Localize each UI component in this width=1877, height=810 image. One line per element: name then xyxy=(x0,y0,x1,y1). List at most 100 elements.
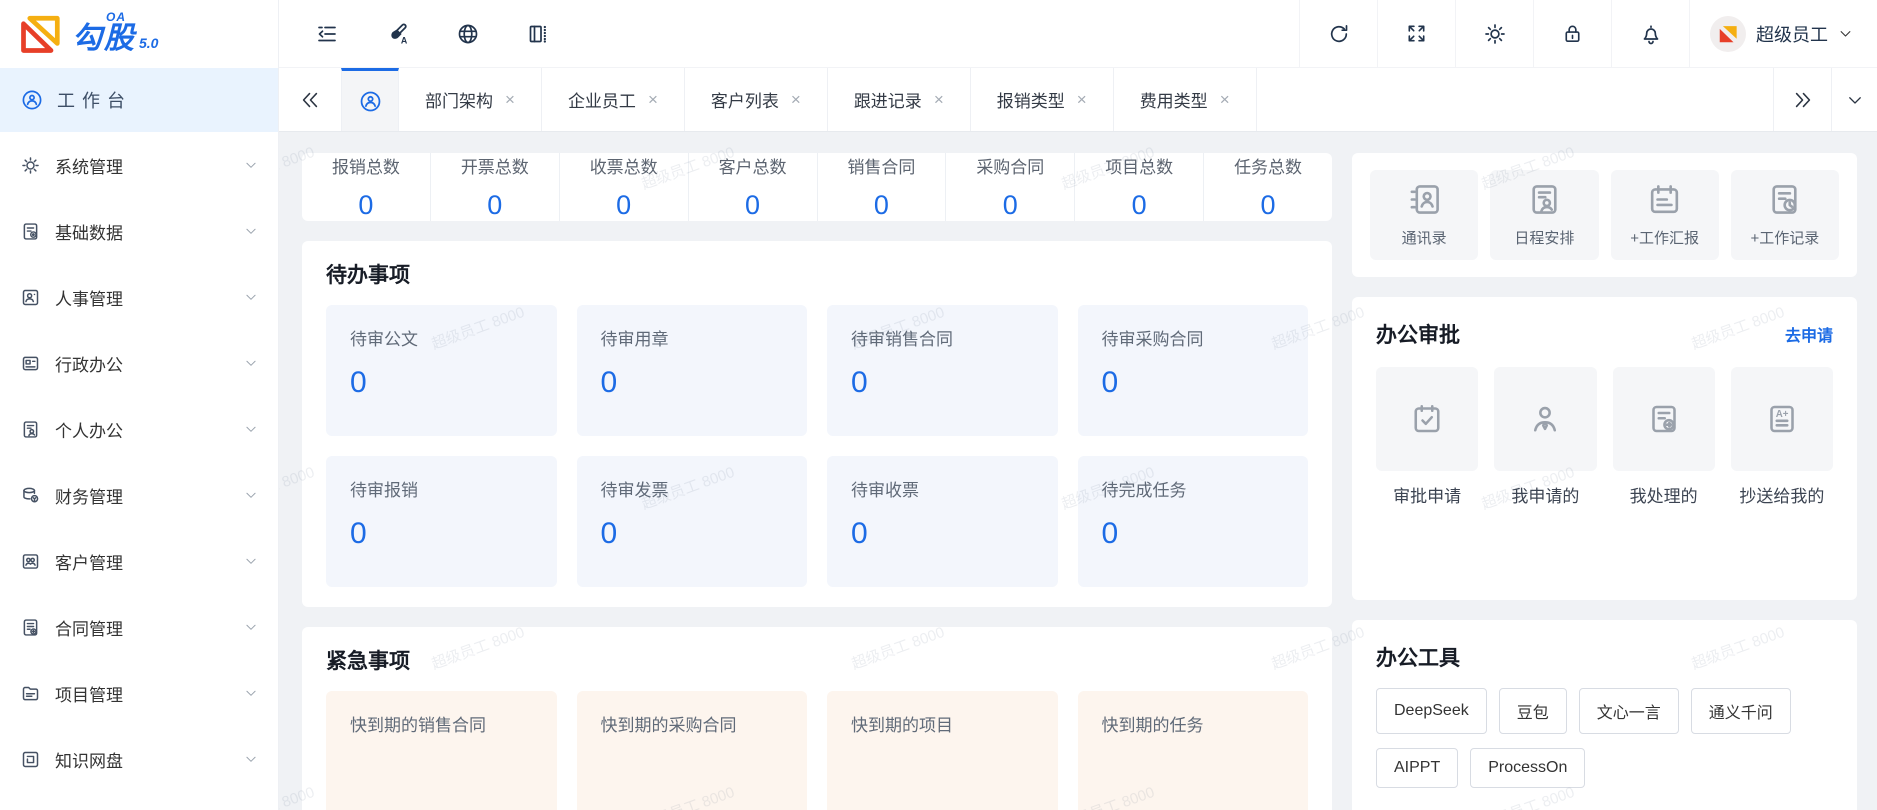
tool-button-aippt[interactable]: AIPPT xyxy=(1376,748,1458,788)
close-icon[interactable]: × xyxy=(1077,91,1087,108)
todo-card[interactable]: 待完成任务0 xyxy=(1078,456,1309,587)
layout-panel-icon[interactable] xyxy=(526,22,550,46)
stat-reimburse-total[interactable]: 报销总数0 xyxy=(302,153,431,221)
tool-button-wenxin[interactable]: 文心一言 xyxy=(1579,688,1679,734)
sidebar-item-finance[interactable]: 财务管理 xyxy=(0,462,278,528)
tab-reimburse-type[interactable]: 报销类型× xyxy=(971,68,1114,131)
quick-action-work-report[interactable]: +工作汇报 xyxy=(1611,170,1719,260)
approval-item-label: 我处理的 xyxy=(1630,484,1698,536)
stat-invoice-out-total[interactable]: 开票总数0 xyxy=(431,153,560,221)
quick-action-contacts[interactable]: 通讯录 xyxy=(1370,170,1478,260)
quick-action-schedule[interactable]: 日程安排 xyxy=(1490,170,1598,260)
workbench-icon xyxy=(20,88,44,112)
close-icon[interactable]: × xyxy=(648,91,658,108)
tab-workbench-home[interactable] xyxy=(341,68,399,131)
quick-action-work-record[interactable]: +工作记录 xyxy=(1731,170,1839,260)
card-value: 0 xyxy=(601,366,784,400)
user-menu[interactable]: 超级员工 xyxy=(1689,0,1877,67)
tab-department-structure[interactable]: 部门架构× xyxy=(399,68,542,131)
stat-customer-total[interactable]: 客户总数0 xyxy=(689,153,818,221)
card-value: 0 xyxy=(350,366,533,400)
todo-card[interactable]: 待审收票0 xyxy=(827,456,1058,587)
go-apply-link[interactable]: 去申请 xyxy=(1785,322,1833,346)
logo-text: OA勾股5.0 xyxy=(72,14,158,54)
sidebar-item-workbench[interactable]: 工作台 xyxy=(0,68,278,132)
fullscreen-icon[interactable] xyxy=(1377,0,1455,67)
card-label: 快到期的项目 xyxy=(851,711,1034,736)
tab-follow-records[interactable]: 跟进记录× xyxy=(828,68,971,131)
approval-grid: 审批申请 我申请的 我处理的 A+ 抄送给我的 xyxy=(1376,367,1833,536)
theme-brush-icon[interactable]: A xyxy=(385,21,410,46)
urgent-card[interactable]: 快到期的采购合同 xyxy=(577,691,808,810)
lock-screen-icon[interactable] xyxy=(1533,0,1611,67)
urgent-card[interactable]: 快到期的销售合同 xyxy=(326,691,557,810)
main-area: A 超级员工 xyxy=(279,0,1877,810)
tab-label: 客户列表 xyxy=(711,87,779,112)
todo-card[interactable]: 待审公文0 xyxy=(326,305,557,436)
close-icon[interactable]: × xyxy=(505,91,515,108)
close-icon[interactable]: × xyxy=(791,91,801,108)
tab-expense-type[interactable]: 费用类型× xyxy=(1114,68,1257,131)
stat-label: 任务总数 xyxy=(1234,153,1302,178)
quick-action-label: 日程安排 xyxy=(1514,227,1574,248)
close-icon[interactable]: × xyxy=(934,91,944,108)
language-globe-icon[interactable] xyxy=(456,22,480,46)
todo-card[interactable]: 待审发票 0 xyxy=(577,456,808,587)
todo-card[interactable]: 待审报销0 xyxy=(326,456,557,587)
refresh-icon[interactable] xyxy=(1299,0,1377,67)
sidebar-item-label: 财务管理 xyxy=(55,483,230,508)
todo-card[interactable]: 待审用章0 xyxy=(577,305,808,436)
sidebar-item-personal-office[interactable]: 个人办公 xyxy=(0,396,278,462)
collapse-sidebar-icon[interactable] xyxy=(315,22,339,46)
stat-invoice-in-total[interactable]: 收票总数0 xyxy=(560,153,689,221)
work-report-icon xyxy=(1646,181,1683,218)
tabs-dropdown-icon[interactable] xyxy=(1831,68,1877,131)
approval-item-my-applications[interactable]: 我申请的 xyxy=(1494,367,1596,536)
sidebar-item-admin[interactable]: 行政办公 xyxy=(0,330,278,396)
stat-project-total[interactable]: 项目总数0 xyxy=(1075,153,1204,221)
sidebar-item-system[interactable]: 系统管理 xyxy=(0,132,278,198)
tool-button-deepseek[interactable]: DeepSeek xyxy=(1376,688,1487,734)
stat-purchase-contract[interactable]: 采购合同0 xyxy=(946,153,1075,221)
tabs-scroll-left-icon[interactable] xyxy=(279,68,341,131)
urgent-card[interactable]: 快到期的任务 xyxy=(1078,691,1309,810)
todo-card[interactable]: 待审销售合同0 xyxy=(827,305,1058,436)
tool-button-processon[interactable]: ProcessOn xyxy=(1470,748,1585,788)
tabs-scroll-right-icon[interactable] xyxy=(1773,68,1831,131)
sidebar-item-contract[interactable]: 合同管理 xyxy=(0,594,278,660)
office-tools-panel: 办公工具 DeepSeek 豆包 文心一言 通义千问 AIPPT Process… xyxy=(1352,620,1857,810)
stat-value: 0 xyxy=(358,190,373,221)
sidebar-item-customer[interactable]: 客户管理 xyxy=(0,528,278,594)
card-value: 0 xyxy=(601,517,784,551)
approval-item-apply[interactable]: 审批申请 xyxy=(1376,367,1478,536)
sidebar-item-knowledge[interactable]: 知识网盘 xyxy=(0,726,278,792)
stat-task-total[interactable]: 任务总数0 xyxy=(1204,153,1332,221)
stat-sales-contract[interactable]: 销售合同0 xyxy=(818,153,947,221)
tab-customer-list[interactable]: 客户列表 × xyxy=(685,68,828,131)
card-label: 待审发票 xyxy=(601,476,784,501)
close-icon[interactable]: × xyxy=(1220,91,1230,108)
tab-spacer xyxy=(1257,68,1773,131)
logo-version: 5.0 xyxy=(139,35,158,51)
chevron-down-icon xyxy=(244,290,258,304)
todo-card[interactable]: 待审采购合同0 xyxy=(1078,305,1309,436)
approval-item-handled-by-me[interactable]: 我处理的 xyxy=(1613,367,1715,536)
tool-button-doubao[interactable]: 豆包 xyxy=(1499,688,1567,734)
approval-item-cc-to-me[interactable]: A+ 抄送给我的 xyxy=(1731,367,1833,536)
doc-arrow-icon xyxy=(1613,367,1715,471)
urgent-card[interactable]: 快到期的项目 xyxy=(827,691,1058,810)
urgent-panel: 紧急事项 快到期的销售合同 快到期的采购合同 快到期的项目 快到期的任务 xyxy=(302,627,1332,810)
sidebar-item-hr[interactable]: 人事管理 xyxy=(0,264,278,330)
card-label: 待审销售合同 xyxy=(851,325,1034,350)
stat-value: 0 xyxy=(874,190,889,221)
card-label: 快到期的采购合同 xyxy=(601,711,784,736)
sidebar-item-base-data[interactable]: 基础数据 xyxy=(0,198,278,264)
settings-gear-icon[interactable] xyxy=(1455,0,1533,67)
stat-label: 项目总数 xyxy=(1105,153,1173,178)
tool-button-tongyi[interactable]: 通义千问 xyxy=(1691,688,1791,734)
tab-enterprise-staff[interactable]: 企业员工× xyxy=(542,68,685,131)
avatar-logo-icon xyxy=(1717,23,1739,45)
notification-bell-icon[interactable] xyxy=(1611,0,1689,67)
chevron-down-icon xyxy=(244,752,258,766)
sidebar-item-project[interactable]: 项目管理 xyxy=(0,660,278,726)
